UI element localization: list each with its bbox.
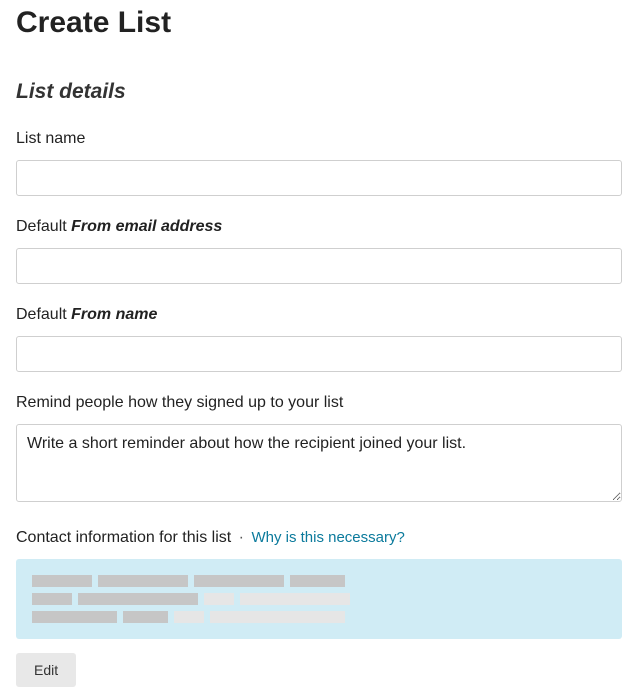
from-name-label: Default From name bbox=[16, 306, 622, 324]
page-title: Create List bbox=[16, 6, 622, 40]
reminder-label: Remind people how they signed up to your… bbox=[16, 394, 622, 412]
contact-info-box bbox=[16, 559, 622, 639]
from-name-input[interactable] bbox=[16, 336, 622, 372]
from-email-label: Default From email address bbox=[16, 218, 622, 236]
from-email-input[interactable] bbox=[16, 248, 622, 284]
contact-separator: · bbox=[239, 529, 244, 546]
contact-blur-line bbox=[32, 611, 606, 623]
field-from-email: Default From email address bbox=[16, 218, 622, 284]
from-email-label-prefix: Default bbox=[16, 218, 71, 235]
contact-blur-block bbox=[210, 611, 345, 623]
from-email-label-italic: From email address bbox=[71, 218, 222, 235]
contact-blur-block bbox=[123, 611, 168, 623]
from-name-label-prefix: Default bbox=[16, 306, 71, 323]
contact-blur-block bbox=[240, 593, 350, 605]
edit-button[interactable]: Edit bbox=[16, 653, 76, 687]
reminder-textarea[interactable] bbox=[16, 424, 622, 502]
section-title-list-details: List details bbox=[16, 80, 622, 104]
contact-blur-block bbox=[98, 575, 188, 587]
contact-blur-block bbox=[194, 575, 284, 587]
contact-blur-block bbox=[174, 611, 204, 623]
contact-info-label: Contact information for this list bbox=[16, 529, 231, 546]
contact-blur-block bbox=[290, 575, 345, 587]
contact-help-link[interactable]: Why is this necessary? bbox=[251, 529, 404, 546]
contact-info-label-row: Contact information for this list · Why … bbox=[16, 529, 622, 547]
from-name-label-italic: From name bbox=[71, 306, 157, 323]
field-from-name: Default From name bbox=[16, 306, 622, 372]
list-name-label: List name bbox=[16, 130, 622, 148]
contact-blur-block bbox=[32, 611, 117, 623]
contact-blur-line bbox=[32, 593, 606, 605]
field-list-name: List name bbox=[16, 130, 622, 196]
contact-blur-block bbox=[204, 593, 234, 605]
contact-blur-block bbox=[78, 593, 198, 605]
contact-blur-block bbox=[32, 593, 72, 605]
list-name-input[interactable] bbox=[16, 160, 622, 196]
contact-blur-block bbox=[32, 575, 92, 587]
contact-blur-line bbox=[32, 575, 606, 587]
field-reminder: Remind people how they signed up to your… bbox=[16, 394, 622, 507]
